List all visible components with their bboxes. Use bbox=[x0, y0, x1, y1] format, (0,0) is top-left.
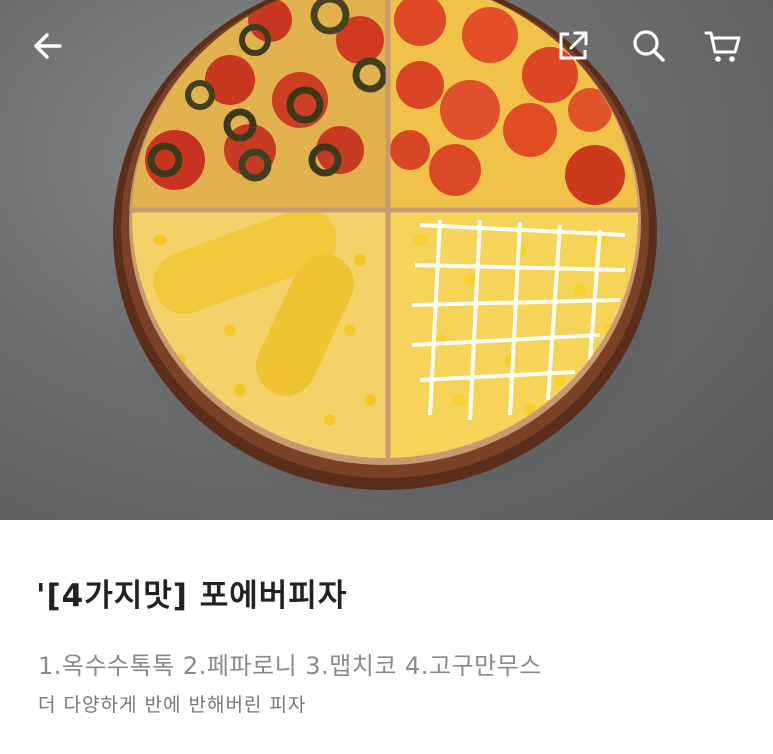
product-options-text: 1.옥수수톡톡 2.페파로니 3.맵치코 4.고구만무스 bbox=[38, 652, 542, 680]
product-description: 더 다양하게 반에 반해버린 피자 bbox=[38, 694, 307, 716]
back-button[interactable] bbox=[24, 22, 72, 70]
product-info-panel: '[4가지맛] 포에버피자 1.옥수수톡톡 2.페파로니 3.맵치코 4.고구만… bbox=[0, 520, 773, 754]
arrow-left-icon bbox=[34, 33, 62, 59]
share-button[interactable] bbox=[549, 22, 597, 70]
product-hero-image bbox=[0, 0, 773, 520]
product-title: '[4가지맛] 포에버피자 bbox=[36, 578, 348, 614]
top-navigation-bar bbox=[0, 0, 773, 96]
cart-icon bbox=[704, 31, 741, 62]
search-icon bbox=[633, 30, 665, 62]
search-button[interactable] bbox=[625, 22, 673, 70]
cart-button[interactable] bbox=[699, 22, 747, 70]
share-icon bbox=[559, 31, 588, 60]
